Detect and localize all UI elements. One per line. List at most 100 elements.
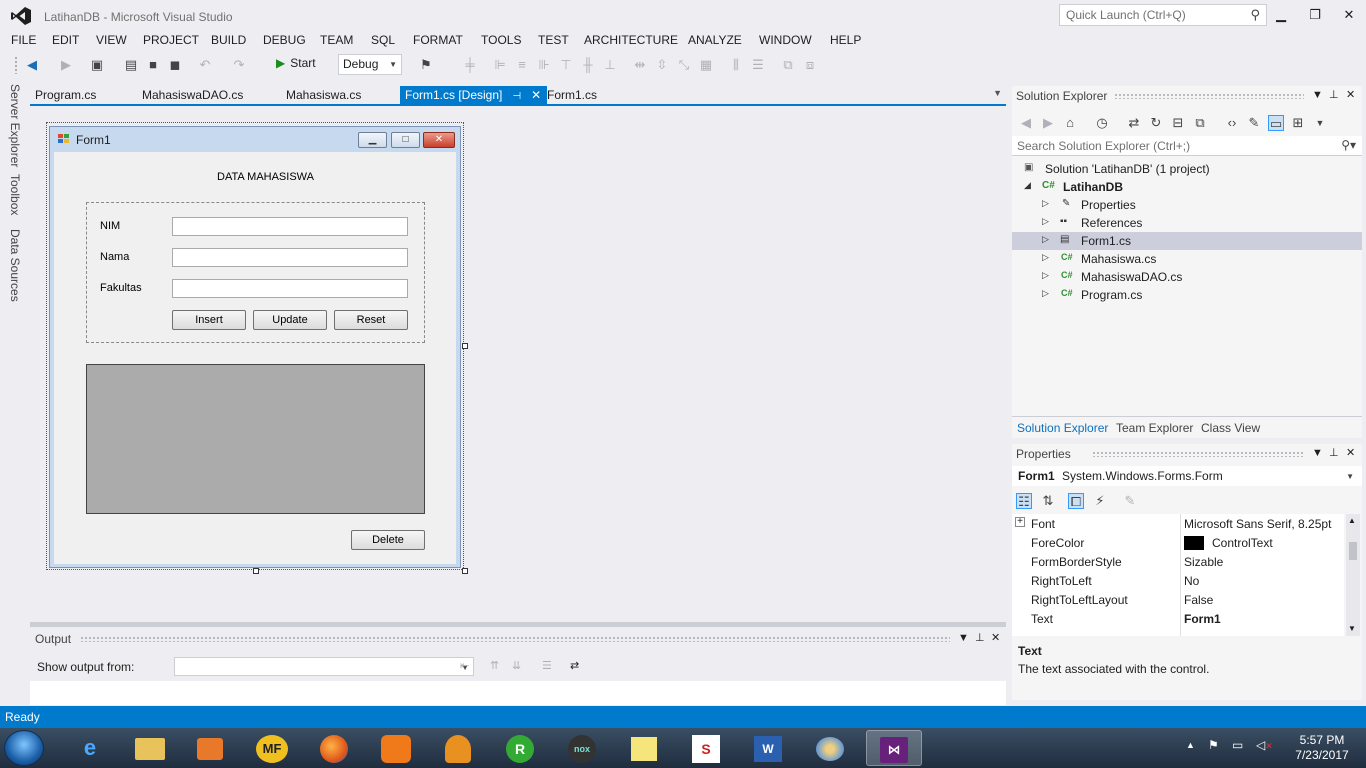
sync-icon[interactable]: ⇄ [1126,115,1142,131]
menu-edit[interactable]: EDIT [52,33,79,47]
tab-server-explorer[interactable]: Server Explorer [8,84,22,167]
next-message-icon[interactable]: ⇊ [512,659,521,672]
output-close-icon[interactable]: ✕ [991,631,1000,644]
property-row[interactable]: RightToLeftLayout False [1012,590,1344,609]
panel-grip[interactable] [80,636,950,642]
tab-overflow-dropdown-icon[interactable]: ▼ [993,88,1002,98]
data-grid-view[interactable] [86,364,425,514]
find-message-icon[interactable]: ⇤ [460,659,469,672]
network-icon[interactable]: ▭ [1232,738,1243,752]
form1-window[interactable]: Form1 ▁ □ ✕ DATA MAHASISWA NIM Nama Faku… [49,126,461,568]
mf-app-icon[interactable]: MF [244,730,300,766]
menu-debug[interactable]: DEBUG [263,33,306,47]
file-explorer-icon[interactable] [122,730,178,766]
r-app-icon[interactable]: R [492,730,548,766]
resize-handle-bottom-right[interactable] [462,568,468,574]
sticky-notes-icon[interactable] [616,730,672,766]
expand-arrow-icon[interactable]: ▷ [1042,288,1049,299]
close-window-button[interactable]: ✕ [1332,4,1366,26]
find-in-files-icon[interactable]: ⚑ [418,57,434,73]
tree-item-program[interactable]: ▷ C# Program.cs [1012,286,1362,304]
word-wrap-icon[interactable]: ⇄ [570,659,579,672]
expand-arrow-icon[interactable]: ▷ [1042,234,1049,245]
firefox-icon[interactable] [306,730,362,766]
refresh-icon[interactable]: ↻ [1148,115,1164,131]
uc-browser-icon[interactable] [368,730,424,766]
properties-view-icon[interactable]: ⧠ [1068,493,1084,509]
undo-icon[interactable]: ↶ [197,57,213,73]
input-group-panel[interactable]: NIM Nama Fakultas Insert Update Reset [86,202,425,343]
view-code-icon[interactable]: ‹› [1224,115,1240,131]
panel-grip[interactable] [1092,451,1304,457]
properties-wrench-icon[interactable]: ✎ [1246,115,1262,131]
make-same-size-icon[interactable]: ⤡ [676,57,692,73]
resize-handle-right[interactable] [462,343,468,349]
panel-dropdown-icon[interactable]: ▼ [1312,447,1323,459]
make-same-width-icon[interactable]: ⇹ [632,57,648,73]
menu-format[interactable]: FORMAT [413,33,463,47]
quick-launch-input[interactable]: Quick Launch (Ctrl+Q) ⚲ [1059,4,1267,26]
menu-project[interactable]: PROJECT [143,33,199,47]
insert-button[interactable]: Insert [172,310,246,330]
menu-sql[interactable]: SQL [371,33,395,47]
horizontal-spacing-icon[interactable]: ⫼ [728,57,744,73]
align-to-grid-icon[interactable]: ╪ [462,57,478,73]
make-same-height-icon[interactable]: ⇳ [654,57,670,73]
tab-mahasiswa-cs[interactable]: Mahasiswa.cs [286,88,361,106]
menu-team[interactable]: TEAM [320,33,353,47]
align-rights-icon[interactable]: ⊪ [536,57,552,73]
nama-textbox[interactable] [172,248,408,267]
tab-form1-cs[interactable]: Form1.cs [547,88,597,106]
scroll-down-icon[interactable]: ▼ [1348,624,1356,633]
menu-file[interactable]: FILE [11,33,36,47]
update-button[interactable]: Update [253,310,327,330]
delete-button[interactable]: Delete [351,530,425,550]
tab-data-sources[interactable]: Data Sources [8,229,22,302]
back-icon[interactable]: ◀ [1018,115,1034,131]
action-center-flag-icon[interactable]: ⚑ [1208,738,1219,752]
output-text-area[interactable] [30,681,1006,705]
tree-item-references[interactable]: ▷ ▪▪ References [1012,214,1362,232]
property-row[interactable]: RightToLeft No [1012,571,1344,590]
tab-program-cs[interactable]: Program.cs [35,88,96,106]
alphabetical-icon[interactable]: ⇅ [1040,493,1056,509]
align-tops-icon[interactable]: ⊤ [558,57,574,73]
bring-to-front-icon[interactable]: ⧉ [780,57,796,73]
scroll-up-icon[interactable]: ▲ [1348,516,1356,525]
tree-item-form1[interactable]: ▷ ▤ Form1.cs [1012,232,1362,250]
align-centers-icon[interactable]: ≡ [514,57,530,73]
toolbar-dropdown-icon[interactable]: ▼ [1312,115,1328,131]
expand-arrow-icon[interactable]: ▷ [1042,270,1049,281]
paint-icon[interactable] [802,730,858,766]
redo-icon[interactable]: ↷ [231,57,247,73]
panel-dropdown-icon[interactable]: ▼ [1312,89,1323,101]
expand-arrow-icon[interactable]: ▷ [1042,216,1049,227]
home-icon[interactable]: ⌂ [1062,115,1078,131]
size-to-grid-icon[interactable]: ▦ [698,57,714,73]
solution-configuration-select[interactable]: Debug ▼ [338,54,402,75]
property-row[interactable]: FormBorderStyle Sizable [1012,552,1344,571]
property-row[interactable]: + Font Microsoft Sans Serif, 8.25pt [1012,514,1344,533]
minimize-button[interactable]: ▁ [1264,4,1298,26]
navigate-back-icon[interactable]: ◀ [24,57,40,73]
open-file-icon[interactable]: ▤ [123,57,139,73]
restore-button[interactable]: ❐ [1298,4,1332,26]
categorized-icon[interactable]: ☷ [1016,493,1032,509]
nim-textbox[interactable] [172,217,408,236]
pending-changes-filter-icon[interactable]: ◷ [1094,115,1110,131]
tree-item-mahasiswadao[interactable]: ▷ C# MahasiswaDAO.cs [1012,268,1362,286]
media-player-icon[interactable] [182,730,238,766]
object-selector[interactable]: Form1 System.Windows.Forms.Form ▼ [1012,466,1362,486]
clear-all-icon[interactable]: ☰ [542,659,552,672]
view-designer-icon[interactable]: ▭ [1268,115,1284,131]
output-pin-icon[interactable]: ⊥ [975,631,985,644]
show-hidden-icons-icon[interactable]: ▲ [1186,740,1195,750]
class-diagram-icon[interactable]: ⊞ [1290,115,1306,131]
expand-plus-icon[interactable]: + [1015,517,1025,527]
panel-pin-icon[interactable]: ⊥ [1329,88,1339,101]
solution-search-input[interactable]: Search Solution Explorer (Ctrl+;) ⚲▾ [1012,136,1362,156]
nox-player-icon[interactable]: nox [554,730,610,766]
align-middles-icon[interactable]: ╫ [580,57,596,73]
output-dropdown-icon[interactable]: ▼ [958,632,969,644]
send-to-back-icon[interactable]: ⧈ [802,57,818,73]
